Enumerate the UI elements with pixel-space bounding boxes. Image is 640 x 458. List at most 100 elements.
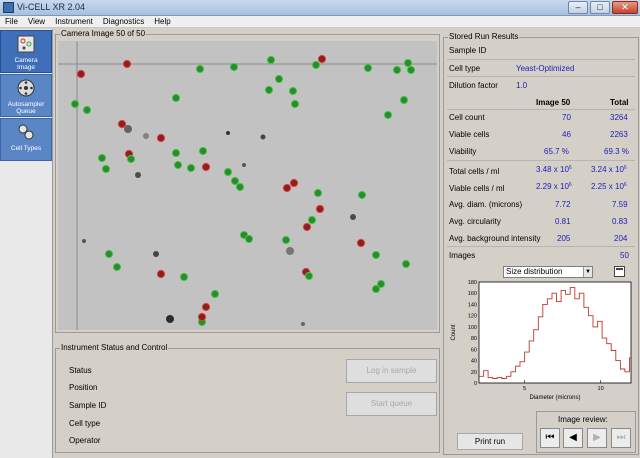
viable-cell-marker	[101, 164, 111, 174]
total-cells-per-ml-label: Total cells / ml	[449, 167, 500, 176]
divider	[447, 109, 635, 110]
last-image-button[interactable]: ⏭	[611, 428, 631, 448]
nonviable-cell-marker	[156, 133, 166, 143]
viable-cell-marker	[210, 289, 220, 299]
stored-run-results-title: Stored Run Results	[448, 32, 520, 41]
y-tick-label: 0	[474, 381, 477, 387]
viable-cell-marker	[401, 259, 411, 269]
y-tick-label: 20	[471, 370, 477, 376]
menu-file[interactable]: File	[0, 16, 23, 27]
y-tick-label: 100	[468, 325, 477, 331]
size-distribution-svg: 0 20 40 60 80 100 120 140 160 180 5 10 Count Diame…	[451, 280, 632, 401]
nonviable-cell-marker	[317, 54, 327, 64]
viable-cell-marker	[195, 64, 205, 74]
viable-cells-per-ml-label: Viable cells / ml	[449, 184, 505, 193]
x-tick-label: 10	[598, 386, 604, 392]
viable-cell-marker	[363, 63, 373, 73]
log-in-sample-button[interactable]: Log in sample	[346, 359, 437, 383]
avg-circularity-image: 0.81	[555, 217, 571, 226]
camera-image[interactable]	[58, 41, 437, 330]
nonviable-cell-marker	[315, 204, 325, 214]
autosampler-icon	[17, 79, 35, 97]
sidebar-item-camera-image[interactable]: Camera Image	[0, 30, 52, 73]
previous-image-button[interactable]: ◀	[563, 428, 583, 448]
viable-cell-marker	[307, 215, 317, 225]
x-axis-label: Diameter (microns)	[529, 395, 580, 401]
menu-diagnostics[interactable]: Diagnostics	[98, 16, 149, 27]
avg-diameter-label: Avg. diam. (microns)	[449, 200, 523, 209]
distribution-select[interactable]: Size distribution ▼	[503, 266, 593, 278]
divider	[447, 160, 635, 161]
sidebar: Camera Image Autosampler Queue Cell Type…	[0, 29, 53, 458]
viable-cell-marker	[311, 60, 321, 70]
camera-image-icon	[17, 35, 35, 53]
avg-background-intensity-label: Avg. background intensity	[449, 234, 541, 243]
sidebar-label: Cell Types	[10, 145, 42, 152]
viable-cell-marker	[383, 110, 393, 120]
expand-chart-icon[interactable]	[614, 266, 625, 277]
cell-count-label: Cell count	[449, 113, 485, 122]
menu-bar: File View Instrument Diagnostics Help	[0, 16, 640, 28]
column-header-total: Total	[610, 98, 629, 107]
nonviable-cell-marker	[201, 162, 211, 172]
viable-cells-per-ml-image: 2.29 x 106	[536, 182, 572, 191]
viable-cell-marker	[392, 65, 402, 75]
x-tick-label: 5	[523, 386, 526, 392]
viable-cell-marker	[288, 86, 298, 96]
instrument-status-title: Instrument Status and Control	[60, 343, 169, 352]
viable-cell-marker	[126, 154, 136, 164]
nonviable-cell-marker	[356, 238, 366, 248]
y-tick-label: 140	[468, 302, 477, 308]
viable-cell-marker	[104, 249, 114, 259]
nonviable-cell-marker	[289, 178, 299, 188]
nonviable-cell-marker	[197, 312, 207, 322]
y-tick-label: 120	[468, 314, 477, 320]
print-run-button[interactable]: Print run	[457, 433, 523, 450]
sidebar-item-autosampler-queue[interactable]: Autosampler Queue	[0, 74, 52, 117]
nonviable-cell-marker	[122, 59, 132, 69]
chevron-down-icon[interactable]: ▼	[583, 267, 592, 277]
avg-background-intensity-image: 205	[557, 234, 571, 243]
cell-count-image: 70	[562, 113, 571, 122]
viable-cells-total: 2263	[610, 130, 628, 139]
minimize-button[interactable]: –	[568, 1, 588, 14]
viable-cells-label: Viable cells	[449, 130, 490, 139]
sidebar-label: Image	[16, 64, 36, 71]
sidebar-item-cell-types[interactable]: Cell Types	[0, 118, 52, 161]
viable-cell-marker	[82, 105, 92, 115]
nonviable-cell-marker	[201, 302, 211, 312]
close-button[interactable]: ✕	[612, 1, 638, 14]
status-label: Status	[69, 366, 92, 375]
next-image-button[interactable]: ▶	[587, 428, 607, 448]
y-axis-label: Count	[451, 324, 457, 340]
viable-cell-marker	[223, 167, 233, 177]
y-tick-label: 40	[471, 359, 477, 365]
nonviable-cell-marker	[117, 119, 127, 129]
viable-cell-marker	[371, 250, 381, 260]
camera-image-title: Camera Image 50 of 50	[60, 29, 147, 38]
viable-cell-marker	[97, 153, 107, 163]
cell-count-total: 3264	[610, 113, 628, 122]
total-cells-per-ml-image: 3.48 x 106	[536, 165, 572, 174]
viable-cell-marker	[229, 62, 239, 72]
viable-cell-marker	[70, 99, 80, 109]
menu-view[interactable]: View	[23, 16, 50, 27]
viable-cell-marker	[186, 163, 196, 173]
window-title: Vi-CELL XR 2.04	[17, 2, 86, 12]
viable-cells-per-ml-total: 2.25 x 106	[591, 182, 627, 191]
cell-type-result-value: Yeast-Optimized	[516, 64, 575, 73]
maximize-button[interactable]: □	[590, 1, 610, 14]
viability-label: Viability	[449, 147, 477, 156]
viable-cell-marker	[173, 160, 183, 170]
start-queue-button[interactable]: Start queue	[346, 392, 437, 416]
viable-cell-marker	[171, 148, 181, 158]
first-image-button[interactable]: ⏮	[540, 428, 560, 448]
title-bar: Vi-CELL XR 2.04 – □ ✕	[0, 0, 640, 16]
menu-help[interactable]: Help	[149, 16, 175, 27]
app-icon	[3, 2, 14, 13]
y-tick-label: 180	[468, 280, 477, 286]
position-label: Position	[69, 383, 98, 392]
viable-cell-marker	[230, 176, 240, 186]
menu-instrument[interactable]: Instrument	[50, 16, 98, 27]
viable-cell-marker	[376, 279, 386, 289]
